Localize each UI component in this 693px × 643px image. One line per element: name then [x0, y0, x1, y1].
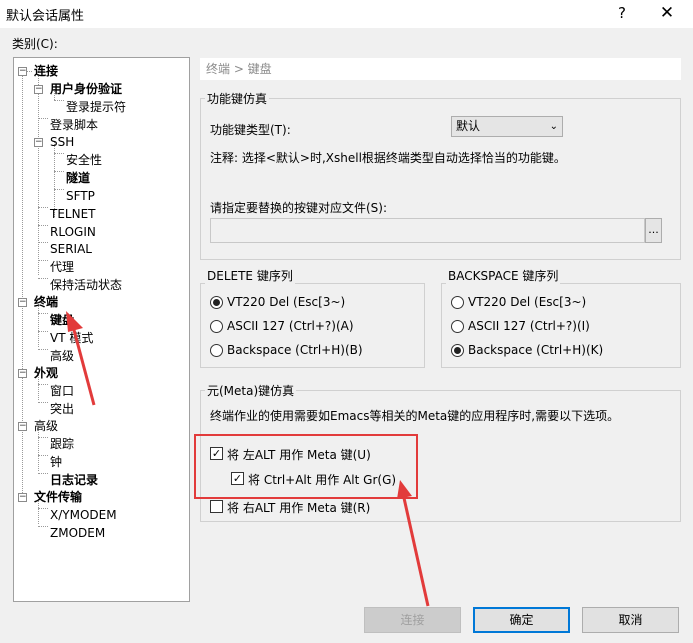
- delete-ascii127-label[interactable]: ASCII 127 (Ctrl+?)(A): [227, 319, 354, 333]
- function-key-type-label: 功能键类型(T):: [210, 123, 291, 137]
- category-label: 类别(C):: [12, 37, 58, 51]
- delete-vt220-label[interactable]: VT220 Del (Esc[3~): [227, 295, 345, 309]
- breadcrumb: 终端 > 键盘: [200, 58, 681, 80]
- collapse-icon[interactable]: −: [34, 138, 43, 147]
- delete-key-group-title: DELETE 键序列: [205, 267, 295, 284]
- delete-vt220-radio[interactable]: [210, 296, 223, 309]
- tree-line: [38, 455, 48, 456]
- window-title: 默认会话属性: [6, 9, 85, 24]
- backspace-ctrlh-label[interactable]: Backspace (Ctrl+H)(K): [468, 343, 603, 357]
- ok-button[interactable]: 确定: [473, 607, 570, 633]
- collapse-icon[interactable]: −: [18, 67, 27, 76]
- tree-item-trace[interactable]: 跟踪: [50, 436, 74, 453]
- browse-button[interactable]: ...: [645, 218, 662, 243]
- tree-item-sftp[interactable]: SFTP: [66, 188, 95, 205]
- help-button[interactable]: ?: [608, 2, 636, 24]
- tree-item-proxy[interactable]: 代理: [50, 259, 74, 276]
- tree-line: [38, 260, 48, 261]
- meta-key-description: 终端作业的使用需要如Emacs等相关的Meta键的应用程序时,需要以下选项。: [210, 409, 620, 423]
- tree-item-ssh[interactable]: SSH: [50, 134, 74, 151]
- delete-backspace-radio[interactable]: [210, 344, 223, 357]
- tree-line: [38, 331, 48, 332]
- backspace-vt220-radio[interactable]: [451, 296, 464, 309]
- collapse-icon[interactable]: −: [18, 369, 27, 378]
- tree-item-file-transfer[interactable]: 文件传输: [34, 489, 82, 506]
- tree-line: [38, 473, 48, 474]
- tree-line: [22, 71, 23, 499]
- tree-line: [38, 118, 48, 119]
- tree-line: [54, 100, 64, 101]
- tree-line: [38, 278, 48, 279]
- collapse-icon[interactable]: −: [18, 422, 27, 431]
- tree-line: [54, 189, 64, 190]
- function-key-type-select[interactable]: 默认 ⌄: [451, 116, 563, 137]
- connect-button[interactable]: 连接: [364, 607, 461, 633]
- delete-ascii127-radio[interactable]: [210, 320, 223, 333]
- tree-item-serial[interactable]: SERIAL: [50, 241, 92, 258]
- cancel-button[interactable]: 取消: [582, 607, 679, 633]
- tree-line: [38, 242, 48, 243]
- collapse-icon[interactable]: −: [18, 493, 27, 502]
- backspace-ctrlh-radio[interactable]: [451, 344, 464, 357]
- tree-line: [38, 508, 48, 509]
- function-key-group-title: 功能键仿真: [205, 90, 270, 107]
- tree-line: [54, 153, 64, 154]
- tree-item-connection[interactable]: 连接: [34, 63, 58, 80]
- backspace-ascii127-radio[interactable]: [451, 320, 464, 333]
- right-alt-meta-label[interactable]: 将 右ALT 用作 Meta 键(R): [227, 499, 370, 516]
- delete-backspace-label[interactable]: Backspace (Ctrl+H)(B): [227, 343, 363, 357]
- collapse-icon[interactable]: −: [18, 298, 27, 307]
- tree-item-bell[interactable]: 钟: [50, 454, 62, 471]
- backspace-key-group-title: BACKSPACE 键序列: [446, 267, 561, 284]
- tree-line: [38, 71, 39, 275]
- category-tree[interactable]: − − − − − − − 连接 用户身份验证 登录提示符 登录脚本 SSH 安…: [13, 57, 190, 602]
- function-key-note: 注释: 选择<默认>时,Xshell根据终端类型自动选择恰当的功能键。: [210, 151, 566, 165]
- tree-item-security[interactable]: 安全性: [66, 152, 102, 169]
- tree-item-keyboard[interactable]: 键盘: [50, 312, 74, 329]
- meta-key-group-title: 元(Meta)键仿真: [205, 382, 297, 399]
- tree-item-terminal[interactable]: 终端: [34, 294, 58, 311]
- key-mapping-file-input[interactable]: [210, 218, 645, 243]
- tree-item-login-scripts[interactable]: 登录脚本: [50, 117, 98, 134]
- tree-line: [38, 402, 48, 403]
- right-alt-meta-checkbox[interactable]: [210, 500, 223, 513]
- tree-item-appearance[interactable]: 外观: [34, 365, 58, 382]
- tree-line: [38, 313, 48, 314]
- tree-item-tunneling[interactable]: 隧道: [66, 170, 90, 187]
- tree-item-advanced[interactable]: 高级: [34, 418, 58, 435]
- tree-item-xymodem[interactable]: X/YMODEM: [50, 507, 117, 524]
- tree-line: [38, 207, 48, 208]
- tree-item-window[interactable]: 窗口: [50, 383, 74, 400]
- tree-item-zmodem[interactable]: ZMODEM: [50, 525, 105, 542]
- chevron-down-icon: ⌄: [549, 121, 558, 132]
- tree-line: [38, 437, 48, 438]
- close-button[interactable]: ✕: [652, 2, 682, 24]
- function-key-type-value: 默认: [456, 119, 481, 133]
- tree-item-highlight[interactable]: 突出: [50, 401, 74, 418]
- tree-item-keep-alive[interactable]: 保持活动状态: [50, 277, 122, 294]
- backspace-vt220-label[interactable]: VT220 Del (Esc[3~): [468, 295, 586, 309]
- tree-line: [38, 225, 48, 226]
- key-mapping-file-label: 请指定要替换的按键对应文件(S):: [210, 201, 388, 215]
- tree-line: [38, 526, 48, 527]
- tree-line: [54, 171, 64, 172]
- annotation-highlight-box: [194, 434, 418, 499]
- tree-item-rlogin[interactable]: RLOGIN: [50, 224, 96, 241]
- tree-line: [38, 349, 48, 350]
- tree-line: [38, 384, 48, 385]
- tree-item-terminal-advanced[interactable]: 高级: [50, 348, 74, 365]
- backspace-ascii127-label[interactable]: ASCII 127 (Ctrl+?)(I): [468, 319, 590, 333]
- tree-item-logging[interactable]: 日志记录: [50, 472, 98, 489]
- dialog-body: 类别(C): − − − − − − − 连接 用户身份验证 登录提示符 登录脚…: [0, 28, 693, 643]
- title-bar: 默认会话属性 ? ✕: [0, 0, 693, 28]
- tree-item-vt-modes[interactable]: VT 模式: [50, 330, 93, 347]
- tree-item-login-prompts[interactable]: 登录提示符: [66, 99, 126, 116]
- collapse-icon[interactable]: −: [34, 85, 43, 94]
- tree-item-telnet[interactable]: TELNET: [50, 206, 96, 223]
- tree-item-user-auth[interactable]: 用户身份验证: [50, 81, 122, 98]
